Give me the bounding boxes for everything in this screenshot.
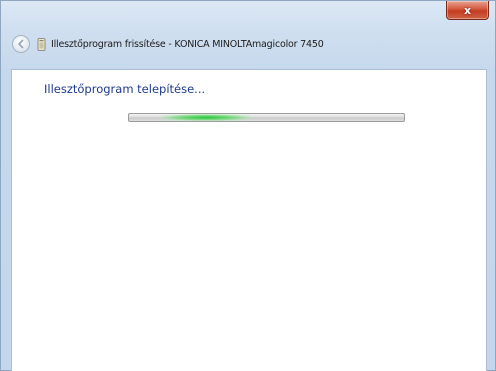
- driver-update-window: x Illesztőprogram frissítése - KONICA MI…: [0, 0, 496, 371]
- progress-bar: [128, 113, 405, 122]
- printer-driver-icon: [37, 38, 46, 51]
- window-title: Illesztőprogram frissítése - KONICA MINO…: [51, 39, 324, 50]
- close-icon: x: [463, 3, 472, 17]
- wizard-content: Illesztőprogram telepítése...: [11, 69, 487, 371]
- back-button[interactable]: [12, 35, 30, 53]
- back-arrow-icon: [18, 39, 24, 49]
- progress-indicator: [161, 114, 251, 121]
- title-bar: Illesztőprogram frissítése - KONICA MINO…: [1, 29, 495, 61]
- close-button[interactable]: x: [446, 1, 489, 20]
- page-heading: Illesztőprogram telepítése...: [44, 82, 206, 96]
